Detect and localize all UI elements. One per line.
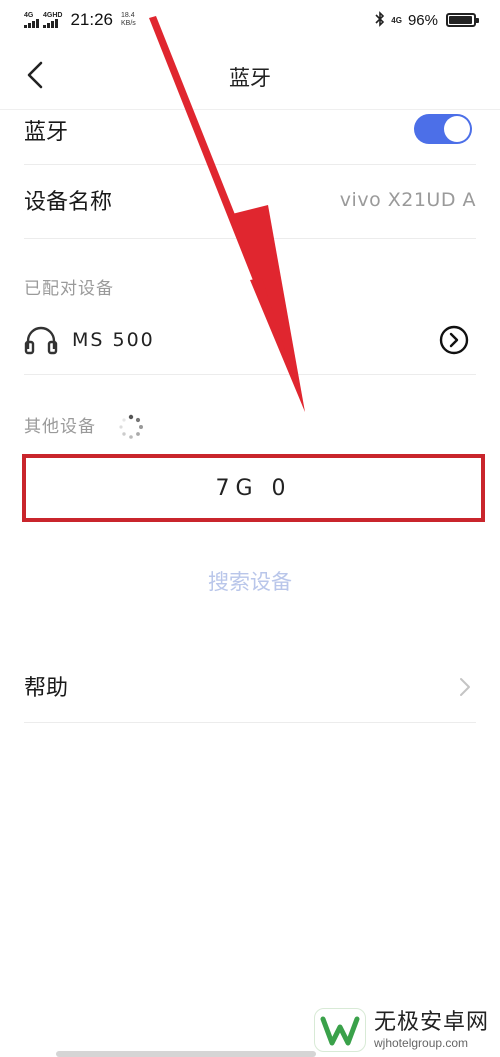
- bluetooth-icon: [375, 10, 385, 30]
- paired-device-row[interactable]: MS 500: [24, 316, 476, 364]
- bluetooth-label: 蓝牙: [24, 120, 69, 145]
- nav-bar: 蓝牙: [0, 40, 500, 110]
- status-bar-right: 4G 96%: [375, 10, 479, 30]
- signal-2: 4GHD: [43, 12, 62, 28]
- home-indicator: [56, 1051, 316, 1057]
- chevron-right-icon: [460, 678, 470, 696]
- divider: [24, 164, 476, 165]
- signal-1-bars-icon: [24, 19, 39, 28]
- bluetooth-row: 蓝牙: [24, 108, 476, 152]
- watermark-name: 无极安卓网: [374, 1010, 490, 1035]
- network-speed: 18.4 KB/s: [121, 12, 136, 28]
- signal-2-bars-icon: [43, 19, 58, 28]
- signal-1: 4G: [24, 12, 39, 28]
- network-type-label: 4G: [391, 15, 402, 25]
- signal-1-label: 4G: [24, 12, 34, 19]
- device-name-value: vivo X21UD A: [339, 189, 476, 211]
- clock: 21:26: [70, 10, 113, 29]
- paired-device-name: MS 500: [72, 329, 155, 351]
- watermark-logo-icon: [314, 1008, 366, 1052]
- toggle-knob: [444, 116, 470, 142]
- search-devices-button[interactable]: 搜索设备: [0, 566, 500, 596]
- paired-devices-header: 已配对设备: [24, 279, 114, 299]
- watermark: 无极安卓网 wjhotelgroup.com: [314, 1008, 489, 1052]
- signal-2-label: 4GHD: [43, 12, 63, 19]
- other-device-item[interactable]: 7G 0: [22, 454, 485, 522]
- page-title: 蓝牙: [229, 66, 271, 90]
- help-label: 帮助: [24, 676, 69, 701]
- other-device-name: 7G 0: [215, 475, 292, 501]
- divider: [24, 374, 476, 375]
- loading-spinner-icon: [119, 414, 143, 439]
- status-bar-left: 4G 4GHD 21:26 18.4 KB/s: [24, 10, 375, 30]
- device-name-label: 设备名称: [24, 190, 113, 215]
- battery-icon: [446, 13, 479, 27]
- red-annotation-arrow: [149, 16, 305, 412]
- divider: [24, 238, 476, 239]
- watermark-text: 无极安卓网 wjhotelgroup.com: [374, 1010, 489, 1050]
- watermark-url: wjhotelgroup.com: [374, 1036, 469, 1050]
- headphone-icon: [24, 326, 58, 355]
- divider: [24, 722, 476, 723]
- help-row[interactable]: 帮助: [24, 662, 476, 710]
- other-devices-header: 其他设备: [24, 417, 96, 437]
- device-name-row[interactable]: 设备名称 vivo X21UD A: [24, 176, 476, 224]
- device-details-button[interactable]: [438, 324, 470, 356]
- battery-fill: [449, 16, 472, 24]
- status-bar: 4G 4GHD 21:26 18.4 KB/s 4G 96%: [0, 0, 500, 40]
- network-speed-value: 18.4: [121, 12, 135, 19]
- battery-percent: 96%: [407, 11, 438, 29]
- bluetooth-toggle[interactable]: [414, 114, 472, 144]
- network-speed-unit: KB/s: [121, 20, 136, 27]
